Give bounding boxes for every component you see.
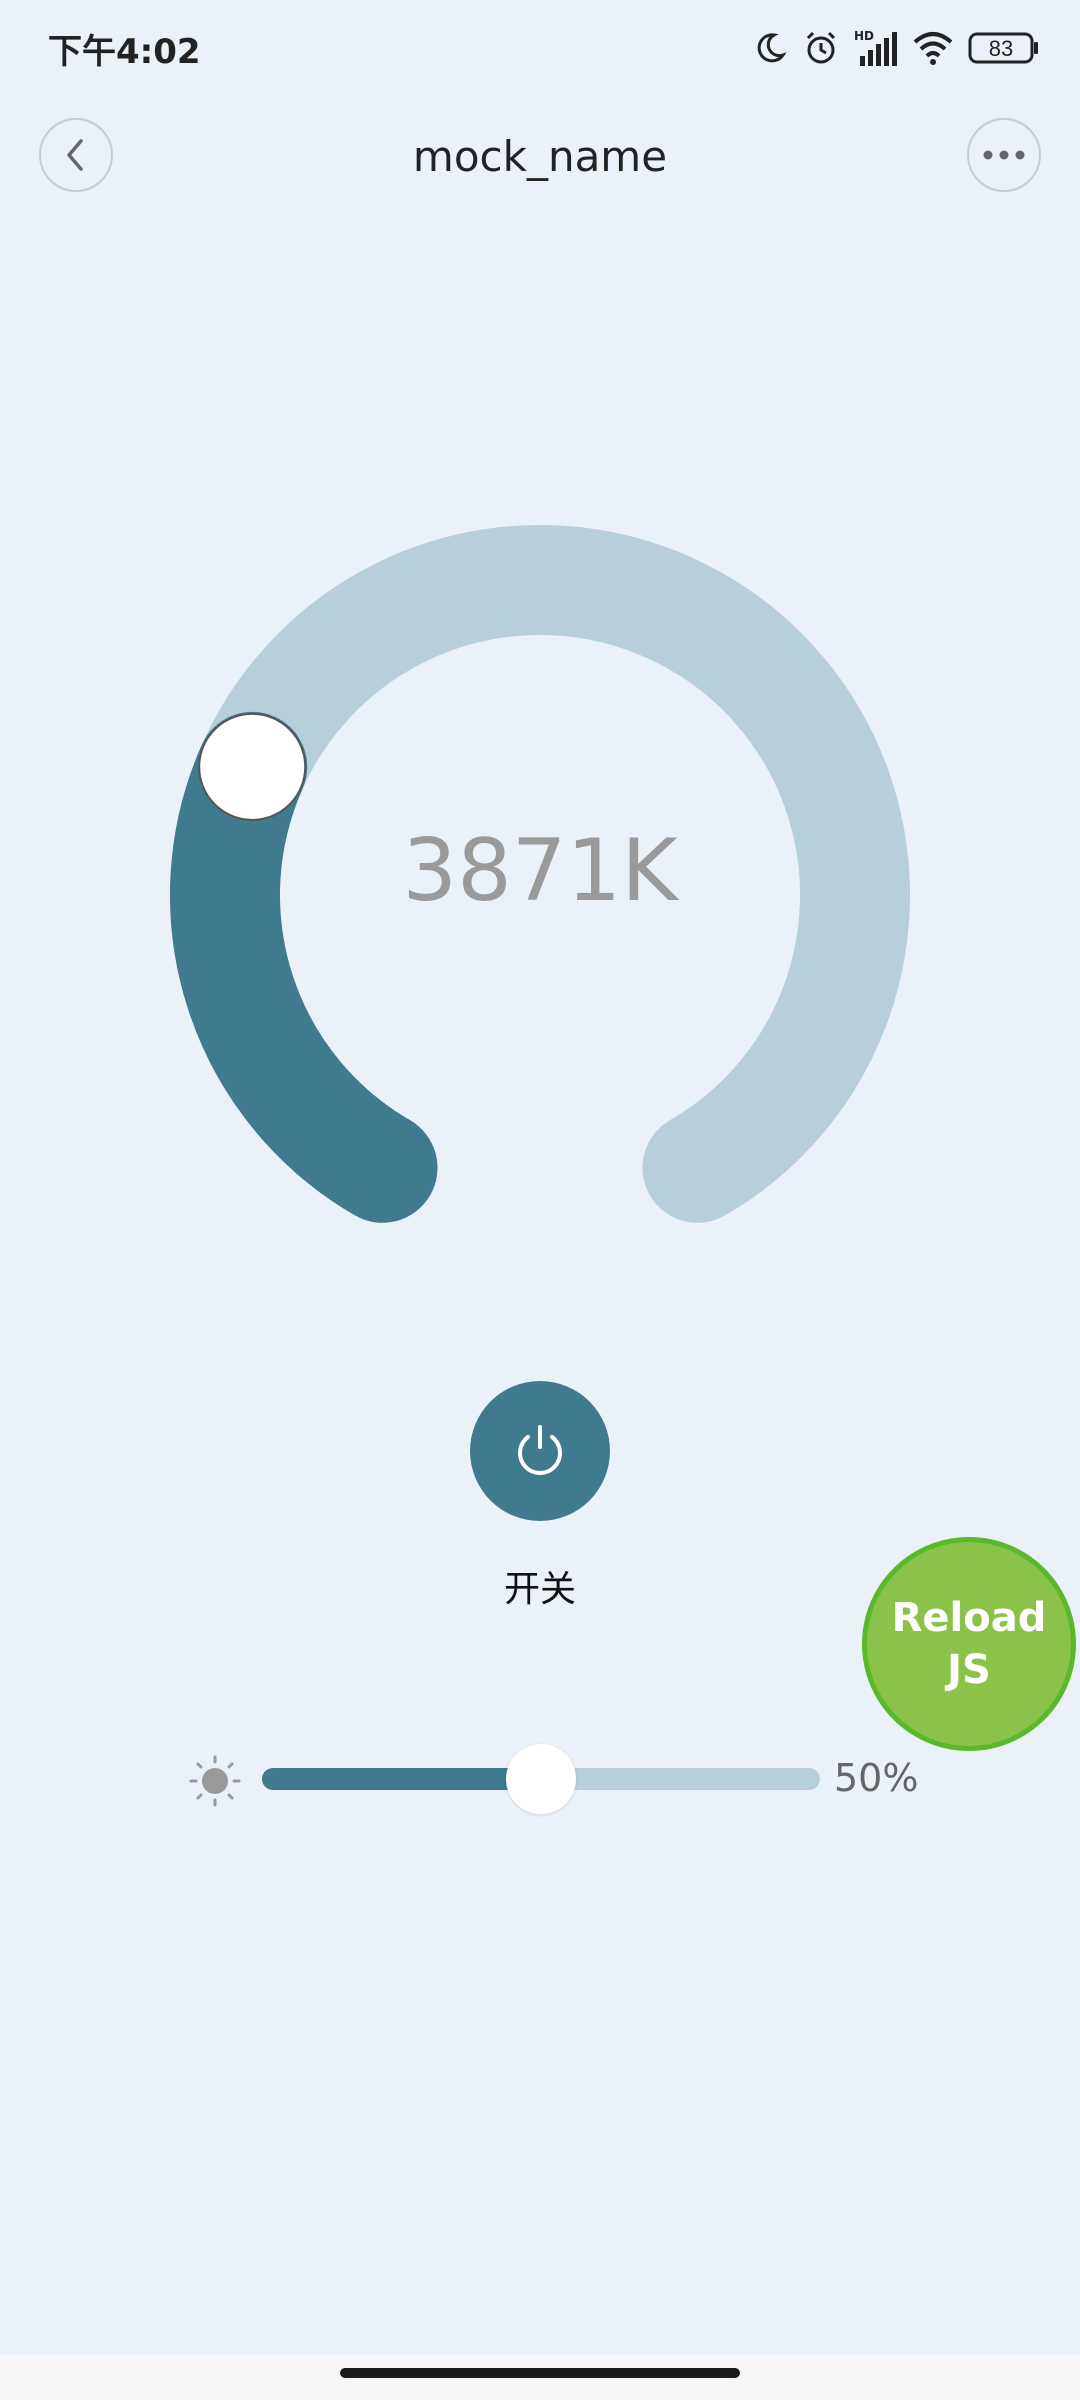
page-title: mock_name: [412, 132, 668, 181]
status-icons: HD 83: [752, 26, 1040, 70]
battery-icon: 83: [968, 32, 1038, 64]
brightness-slider[interactable]: [262, 1744, 820, 1814]
reload-js-button[interactable]: Reload JS: [862, 1537, 1076, 1751]
home-indicator[interactable]: [340, 2368, 740, 2378]
brightness-percent: 50%: [834, 1756, 919, 1800]
more-button[interactable]: [967, 118, 1041, 192]
moon-icon: [757, 33, 787, 63]
svg-text:HD: HD: [854, 29, 874, 43]
dial-thumb[interactable]: [198, 712, 307, 821]
power-icon: [518, 1425, 562, 1475]
alarm-icon: [806, 31, 836, 64]
dial-fill: [169, 711, 438, 1223]
more-dots-icon: [983, 150, 1025, 160]
color-temperature-dial[interactable]: 3871K: [0, 480, 1080, 1260]
nav-header: mock_name: [0, 110, 1080, 202]
dial-value-label: 3871K: [402, 821, 680, 921]
brightness-row: 50%: [0, 1740, 1080, 1820]
reload-js-line1: Reload: [891, 1595, 1047, 1641]
hd-signal-icon: HD: [854, 29, 897, 66]
status-bar: 下午4:02 HD 83: [0, 0, 1080, 96]
battery-level: 83: [989, 36, 1013, 61]
status-time: 下午4:02: [48, 32, 201, 72]
reload-js-line2: JS: [947, 1647, 991, 1693]
sun-icon: [189, 1755, 241, 1807]
wifi-icon: [913, 32, 953, 65]
power-button[interactable]: [470, 1381, 610, 1521]
brightness-slider-fill: [262, 1768, 541, 1790]
brightness-slider-thumb[interactable]: [506, 1744, 576, 1814]
